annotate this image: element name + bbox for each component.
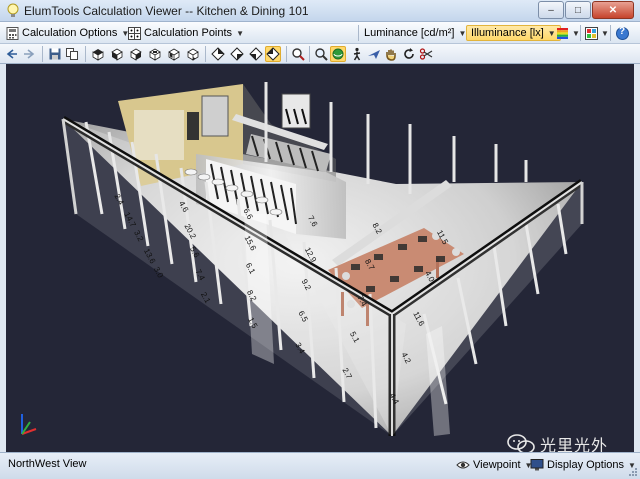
- rendered-room-scene: 2.44.66.67.68.211.514.720.215.612.98.74.…: [21, 82, 584, 436]
- cube-back-icon: [149, 48, 161, 61]
- viewpoint-dropdown[interactable]: Viewpoint ▼: [456, 457, 532, 473]
- pan-button[interactable]: [383, 46, 399, 62]
- eye-icon: [456, 461, 470, 469]
- hand-icon: [386, 49, 396, 61]
- zoom-fit-button[interactable]: [290, 46, 306, 62]
- lightbulb-icon: [7, 3, 19, 17]
- fly-icon: [368, 50, 380, 59]
- view-bottom-button[interactable]: [185, 46, 201, 62]
- display-options-label: Display Options: [547, 459, 625, 471]
- view-front-button[interactable]: [109, 46, 125, 62]
- fly-button[interactable]: [366, 46, 382, 62]
- zoom-icon: [292, 48, 305, 61]
- help-button[interactable]: ?: [616, 25, 632, 41]
- minimize-button[interactable]: –: [538, 1, 564, 19]
- calc-options-dropdown[interactable]: Calculation Options ▼: [6, 25, 129, 41]
- 3d-viewport[interactable]: 2.4 4.6 6.6 7.6 8.2 11.5 14.7 20.2 15.6 12.9 8.7 4.…: [6, 64, 634, 452]
- iso-view-icon: [249, 47, 263, 61]
- refresh-button[interactable]: [401, 46, 417, 62]
- help-glyph: ?: [619, 26, 626, 37]
- walk-icon: [353, 47, 361, 61]
- viewpoint-label: Viewpoint: [473, 459, 521, 471]
- resize-grip-icon[interactable]: [628, 467, 638, 477]
- monitor-icon: [530, 459, 544, 471]
- toolbar-separator: [358, 25, 359, 41]
- false-color-button[interactable]: ▼: [585, 25, 609, 41]
- color-scale-icon: [557, 27, 568, 39]
- iso-view-icon: [211, 47, 225, 61]
- window-title: ElumTools Calculation Viewer -- Kitchen …: [24, 4, 309, 18]
- save-button[interactable]: [47, 46, 63, 62]
- back-button[interactable]: [4, 46, 20, 62]
- toolbar-separator: [42, 46, 43, 62]
- view-top-button[interactable]: [90, 46, 106, 62]
- view-name: NorthWest View: [8, 458, 87, 470]
- chevron-down-icon: ▼: [601, 28, 609, 38]
- cube-right-icon: [130, 48, 142, 61]
- calculator-icon: [6, 26, 19, 40]
- walk-button[interactable]: [349, 46, 365, 62]
- toolbar-separator: [205, 46, 206, 62]
- copy-icon: [66, 48, 78, 60]
- scissors-icon: [419, 48, 433, 60]
- title-bar: ElumTools Calculation Viewer -- Kitchen …: [0, 0, 640, 22]
- calc-points-label: Calculation Points: [144, 27, 233, 39]
- toolbar-separator: [580, 25, 581, 41]
- iso-sw-button[interactable]: [248, 46, 264, 62]
- orbit-button[interactable]: [330, 46, 346, 62]
- save-icon: [49, 48, 61, 60]
- calc-points-dropdown[interactable]: Calculation Points ▼: [128, 25, 244, 41]
- chevron-down-icon: ▼: [572, 28, 580, 38]
- luminance-dropdown[interactable]: Luminance [cd/m²] ▼: [364, 25, 466, 41]
- calc-options-label: Calculation Options: [22, 27, 118, 39]
- toolbar-separator: [85, 46, 86, 62]
- toolbar-separator: [309, 46, 310, 62]
- view-left-button[interactable]: [166, 46, 182, 62]
- chevron-down-icon: ▼: [236, 28, 244, 38]
- maximize-button[interactable]: □: [565, 1, 591, 19]
- main-toolbar: Calculation Options ▼ Calculation Points…: [0, 22, 640, 44]
- maximize-icon: □: [574, 4, 582, 16]
- iso-ne-button[interactable]: [210, 46, 226, 62]
- refresh-icon: [404, 48, 414, 59]
- illuminance-label: Illuminance [lx]: [471, 27, 544, 39]
- false-color-icon: [585, 26, 598, 40]
- cube-bottom-icon: [187, 48, 199, 61]
- grid-points-icon: [128, 26, 141, 40]
- iso-view-icon: [230, 47, 244, 61]
- cube-top-icon: [92, 49, 104, 61]
- orbit-icon: [332, 48, 344, 60]
- display-options-dropdown[interactable]: Display Options ▼: [530, 457, 636, 473]
- cube-left-icon: [168, 48, 180, 61]
- illuminance-dropdown[interactable]: Illuminance [lx] ▼: [466, 25, 561, 41]
- window-controls: – □ ✕: [537, 1, 634, 19]
- axis-gizmo-icon: [21, 414, 37, 435]
- zoom-window-button[interactable]: [313, 46, 329, 62]
- cube-front-icon: [111, 48, 123, 61]
- view-toolbar: [0, 44, 640, 64]
- arrow-right-icon: [24, 49, 35, 59]
- color-scale-button[interactable]: ▼: [556, 25, 580, 41]
- iso-nw-button[interactable]: [265, 46, 281, 62]
- section-button[interactable]: [418, 46, 434, 62]
- status-bar: NorthWest View Viewpoint ▼ Display Optio…: [0, 452, 640, 479]
- close-icon: ✕: [608, 4, 618, 16]
- toolbar-separator: [610, 25, 611, 41]
- luminance-label: Luminance [cd/m²]: [364, 27, 455, 39]
- chevron-down-icon: ▼: [547, 28, 556, 38]
- toolbar-separator: [286, 46, 287, 62]
- zoom-window-icon: [315, 48, 328, 61]
- view-back-button[interactable]: [147, 46, 163, 62]
- forward-button[interactable]: [21, 46, 37, 62]
- minimize-icon: –: [548, 4, 554, 16]
- view-right-button[interactable]: [128, 46, 144, 62]
- iso-se-button[interactable]: [229, 46, 245, 62]
- iso-view-icon: [266, 47, 280, 61]
- close-button[interactable]: ✕: [592, 1, 634, 19]
- copy-button[interactable]: [64, 46, 80, 62]
- arrow-left-icon: [6, 49, 17, 59]
